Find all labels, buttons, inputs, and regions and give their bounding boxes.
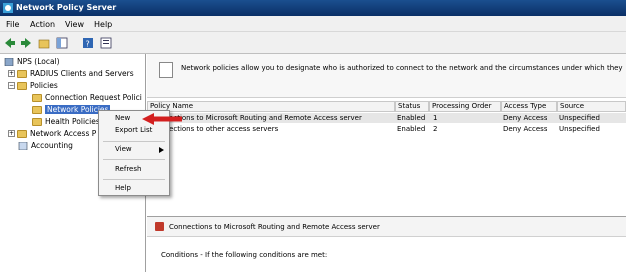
nps-app-icon (3, 3, 13, 13)
tree-label-health-policies: Health Policies (45, 117, 100, 126)
results-pane: Network policies allow you to designate … (147, 54, 626, 272)
back-icon[interactable] (4, 37, 16, 49)
tree-node-health-policies[interactable]: Health Policies (32, 116, 100, 127)
tree-label-nps-local: NPS (Local) (17, 57, 60, 66)
tree-label-policies: Policies (30, 81, 58, 90)
tree-node-policies[interactable]: − Policies (8, 80, 58, 91)
folder-icon (32, 105, 42, 114)
menu-help[interactable]: Help (94, 20, 112, 29)
tree-node-network-access[interactable]: + Network Access P (8, 128, 96, 139)
annotation-arrow-icon (142, 113, 182, 125)
menu-bar: File Action View Help (0, 16, 626, 32)
submenu-arrow-icon (159, 147, 164, 153)
table-cell: 1 (433, 114, 438, 122)
table-cell: Enabled (397, 125, 426, 133)
toolbar: ? (0, 32, 626, 54)
table-cell: Unspecified (559, 114, 600, 122)
tree-node-nps-local[interactable]: NPS (Local) (4, 56, 60, 67)
folder-icon (17, 129, 27, 138)
conditions-label: Conditions - If the following conditions… (161, 251, 328, 259)
menu-file[interactable]: File (6, 20, 19, 29)
accounting-icon (18, 141, 28, 150)
server-icon (4, 57, 14, 66)
menu-separator (103, 141, 165, 142)
tree-label-accounting: Accounting (31, 141, 73, 150)
description-banner: Network policies allow you to designate … (147, 54, 626, 98)
banner-text: Network policies allow you to designate … (181, 64, 623, 72)
menu-item-help[interactable]: Help (99, 183, 169, 194)
table-cell: Connections to Microsoft Routing and Rem… (151, 114, 362, 122)
document-icon (159, 62, 173, 78)
expand-icon[interactable]: + (8, 70, 15, 77)
menu-separator (103, 179, 165, 180)
folder-icon (32, 117, 42, 126)
collapse-icon[interactable]: − (8, 82, 15, 89)
tree-node-accounting[interactable]: Accounting (18, 140, 73, 151)
tree-label-radius: RADIUS Clients and Servers (30, 69, 134, 78)
folder-icon (32, 93, 42, 102)
column-header-status[interactable]: Status (395, 101, 429, 112)
tree-node-radius-clients[interactable]: + RADIUS Clients and Servers (8, 68, 134, 79)
menu-view[interactable]: View (65, 20, 84, 29)
table-cell: 2 (433, 125, 438, 133)
table-cell: Connections to other access servers (151, 125, 279, 133)
menu-separator (103, 159, 165, 160)
menu-item-export-list[interactable]: Export List (99, 125, 169, 136)
folder-icon (17, 69, 27, 78)
table-cell: Deny Access (503, 125, 548, 133)
menu-item-refresh[interactable]: Refresh (99, 164, 169, 175)
expand-icon[interactable]: + (8, 130, 15, 137)
tree-label-network-access: Network Access P (30, 129, 97, 138)
table-cell: Deny Access (503, 114, 548, 122)
folder-icon (17, 81, 27, 90)
column-header-access-type[interactable]: Access Type (501, 101, 557, 112)
column-header-policy-name[interactable]: Policy Name (147, 101, 395, 112)
window-title: Network Policy Server (16, 3, 117, 12)
table-cell: Unspecified (559, 125, 600, 133)
detail-title: Connections to Microsoft Routing and Rem… (169, 223, 380, 231)
detail-header: Connections to Microsoft Routing and Rem… (147, 217, 626, 237)
title-bar: Network Policy Server (0, 0, 626, 16)
show-tree-icon[interactable] (56, 37, 68, 49)
tree-node-connection-request[interactable]: Connection Request Polici (32, 92, 142, 103)
help-icon[interactable]: ? (82, 37, 94, 49)
column-header-processing-order[interactable]: Processing Order (429, 101, 501, 112)
policy-detail-panel: Connections to Microsoft Routing and Rem… (147, 216, 626, 272)
properties-icon[interactable] (100, 37, 112, 49)
table-cell: Enabled (397, 114, 426, 122)
svg-text:?: ? (86, 40, 90, 49)
menu-action[interactable]: Action (30, 20, 55, 29)
column-header-source[interactable]: Source (557, 101, 626, 112)
deny-policy-icon (155, 222, 164, 231)
forward-icon[interactable] (20, 37, 32, 49)
up-folder-icon[interactable] (38, 37, 50, 49)
tree-label-connection-request: Connection Request Polici (45, 93, 142, 102)
